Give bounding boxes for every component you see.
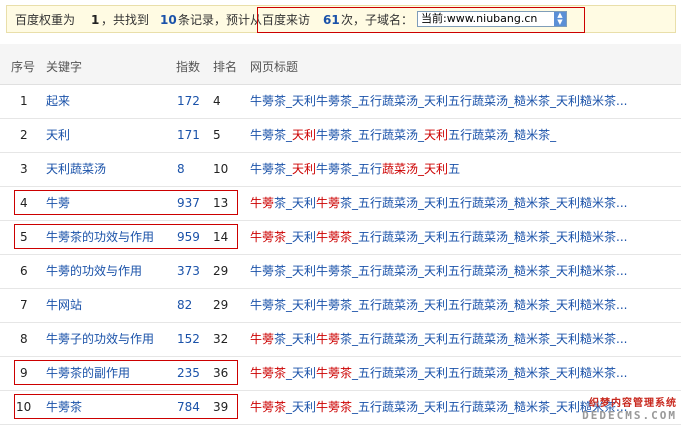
title-text: 牛蒡茶_五行蔬菜汤_ xyxy=(316,128,425,142)
index-link[interactable]: 152 xyxy=(177,332,200,346)
summary-prefix: 百度权重为 xyxy=(15,13,76,27)
table-row: 5 牛蒡茶的功效与作用 959 14 牛蒡茶_天利牛蒡茶_五行蔬菜汤_天利五行蔬菜汤_糙… xyxy=(0,220,681,255)
title-text: 牛蒡茶_天利牛蒡茶_五行蔬菜汤_天利五行蔬菜汤_糙米茶_天利糙米茶... xyxy=(250,94,628,108)
title-keyword-highlight: 天利 xyxy=(292,162,317,176)
keyword-link[interactable]: 牛蒡的功效与作用 xyxy=(46,264,142,278)
rank-value: 29 xyxy=(213,264,229,278)
rank-value: 29 xyxy=(213,298,229,312)
weight-value: 1 xyxy=(91,13,100,27)
watermark-line2: DEDECMS.COM xyxy=(582,409,677,422)
table-row: 9 牛蒡茶的副作用 235 36 牛蒡茶_天利牛蒡茶_五行蔬菜汤_天利五行蔬菜汤_糙米茶… xyxy=(0,356,681,391)
row-seq: 2 xyxy=(20,128,28,142)
page-title-link[interactable]: 牛蒡茶_天利牛蒡茶_五行蔬菜汤_天利五行蔬菜汤_糙米茶_天利糙米茶... xyxy=(250,366,668,380)
page-title-link[interactable]: 牛蒡茶_天利牛蒡茶_五行蔬菜汤_天利五行蔬菜汤_糙米茶_天利糙米茶... xyxy=(250,196,668,210)
row-highlight-box xyxy=(14,224,238,249)
title-keyword-highlight: 牛蒡 xyxy=(316,332,341,346)
keyword-link[interactable]: 天利蔬菜汤 xyxy=(46,162,106,176)
rank-value: 32 xyxy=(213,332,229,346)
title-text: _天利 xyxy=(286,366,317,380)
index-link[interactable]: 373 xyxy=(177,264,200,278)
title-text: 茶_五行蔬菜汤_天利五行蔬菜汤_糙米茶_天利糙米茶... xyxy=(340,332,628,346)
table-row: 3 天利蔬菜汤 8 10 牛蒡茶_天利牛蒡茶_五行蔬菜汤_天利五 xyxy=(0,152,681,187)
title-text: 茶_天利 xyxy=(274,196,317,210)
title-text: _天利 xyxy=(286,400,317,414)
title-text: 牛蒡茶_天利牛蒡茶_五行蔬菜汤_天利五行蔬菜汤_糙米茶_天利糙米茶... xyxy=(250,264,628,278)
row-seq: 6 xyxy=(20,264,28,278)
title-text: 牛蒡茶_天利牛蒡茶_五行蔬菜汤_天利五行蔬菜汤_糙米茶_天利糙米茶... xyxy=(250,298,628,312)
table-row: 4 牛蒡 937 13 牛蒡茶_天利牛蒡茶_五行蔬菜汤_天利五行蔬菜汤_糙米茶_天利糙米… xyxy=(0,186,681,221)
title-keyword-highlight: 牛蒡 xyxy=(250,332,275,346)
page-title-link[interactable]: 牛蒡茶_天利牛蒡茶_五行蔬菜汤_天利五行蔬菜汤_糙米茶_天利糙米茶... xyxy=(250,230,668,244)
index-link[interactable]: 172 xyxy=(177,94,200,108)
title-keyword-highlight: 牛蒡 xyxy=(316,196,341,210)
keyword-link[interactable]: 牛网站 xyxy=(46,298,82,312)
row-highlight-box xyxy=(14,360,238,385)
page-title-link[interactable]: 牛蒡茶_天利牛蒡茶_五行蔬菜汤_天利五行蔬菜汤_糙米茶_天利糙米茶... xyxy=(250,264,668,278)
row-highlight-box xyxy=(14,394,238,419)
title-text: 五行蔬菜汤_糙米茶_ xyxy=(448,128,557,142)
title-keyword-highlight: 牛蒡茶 xyxy=(316,366,353,380)
header-index: 指数 xyxy=(176,60,201,74)
table-row: 6 牛蒡的功效与作用 373 29 牛蒡茶_天利牛蒡茶_五行蔬菜汤_天利五行蔬菜汤_糙米… xyxy=(0,254,681,289)
title-keyword-highlight: 牛蒡茶 xyxy=(316,230,353,244)
summary-bar: 百度权重为 1 ，共找到 10 条记录，预计从百度来访 61 次，子域名： 当前… xyxy=(6,5,676,33)
page-title-link[interactable]: 牛蒡茶_天利牛蒡茶_五行蔬菜汤_天利五行蔬菜汤_糙米茶_ xyxy=(250,128,668,142)
title-keyword-highlight: 牛蒡 xyxy=(250,196,275,210)
row-seq: 3 xyxy=(20,162,28,176)
rank-value: 5 xyxy=(213,128,221,142)
title-keyword-highlight: 天利 xyxy=(424,128,449,142)
index-link[interactable]: 82 xyxy=(177,298,192,312)
index-link[interactable]: 8 xyxy=(177,162,185,176)
rank-value: 10 xyxy=(213,162,229,176)
header-keyword: 关键字 xyxy=(46,60,83,74)
header-title: 网页标题 xyxy=(250,60,299,74)
page-title-link[interactable]: 牛蒡茶_天利牛蒡茶_五行蔬菜汤_天利五行蔬菜汤_糙米茶_天利糙米茶... xyxy=(250,298,668,312)
title-keyword-highlight: 牛蒡茶 xyxy=(250,366,287,380)
title-text: 五 xyxy=(448,162,461,176)
title-text: 茶_五行蔬菜汤_天利五行蔬菜汤_糙米茶_天利糙米茶... xyxy=(340,196,628,210)
subdomain-highlight-box xyxy=(257,7,585,33)
table-row: 10 牛蒡茶 784 39 牛蒡茶_天利牛蒡茶_五行蔬菜汤_天利五行蔬菜汤_糙米茶_天利… xyxy=(0,390,681,425)
row-highlight-box xyxy=(14,190,238,215)
keyword-link[interactable]: 起来 xyxy=(46,94,70,108)
title-text: 牛蒡茶_ xyxy=(250,162,293,176)
row-seq: 7 xyxy=(20,298,28,312)
header-seq: 序号 xyxy=(11,60,36,74)
title-text: _天利 xyxy=(286,230,317,244)
summary-mid1: ，共找到 xyxy=(101,13,150,27)
record-count: 10 xyxy=(160,13,177,27)
watermark: 织梦内容管理系统 DEDECMS.COM xyxy=(582,398,677,422)
title-text: _五行蔬菜汤_天利五行蔬菜汤_糙米茶_天利糙米茶... xyxy=(352,366,628,380)
table-row: 2 天利 171 5 牛蒡茶_天利牛蒡茶_五行蔬菜汤_天利五行蔬菜汤_糙米茶_ xyxy=(0,118,681,153)
title-keyword-highlight: 蔬菜汤_天利 xyxy=(382,162,449,176)
row-seq: 1 xyxy=(20,94,28,108)
title-keyword-highlight: 牛蒡茶 xyxy=(250,230,287,244)
page-title-link[interactable]: 牛蒡茶_天利牛蒡茶_五行蔬菜汤_天利五 xyxy=(250,162,668,176)
title-text: 牛蒡茶_五行 xyxy=(316,162,383,176)
index-link[interactable]: 171 xyxy=(177,128,200,142)
row-seq: 8 xyxy=(20,332,28,346)
title-keyword-highlight: 牛蒡茶 xyxy=(316,400,353,414)
table-row: 7 牛网站 82 29 牛蒡茶_天利牛蒡茶_五行蔬菜汤_天利五行蔬菜汤_糙米茶_天利糙米… xyxy=(0,288,681,323)
page-title-link[interactable]: 牛蒡茶_天利牛蒡茶_五行蔬菜汤_天利五行蔬菜汤_糙米茶_天利糙米茶... xyxy=(250,332,668,346)
header-rank: 排名 xyxy=(213,60,238,74)
rank-value: 4 xyxy=(213,94,221,108)
title-text: 牛蒡茶_ xyxy=(250,128,293,142)
keyword-link[interactable]: 牛蒡子的功效与作用 xyxy=(46,332,154,346)
title-keyword-highlight: 天利 xyxy=(292,128,317,142)
page-title-link[interactable]: 牛蒡茶_天利牛蒡茶_五行蔬菜汤_天利五行蔬菜汤_糙米茶_天利糙米茶... xyxy=(250,94,668,108)
table-row: 8 牛蒡子的功效与作用 152 32 牛蒡茶_天利牛蒡茶_五行蔬菜汤_天利五行蔬菜汤_糙… xyxy=(0,322,681,357)
title-text: 茶_天利 xyxy=(274,332,317,346)
title-keyword-highlight: 牛蒡茶 xyxy=(250,400,287,414)
table-row: 1 起来 172 4 牛蒡茶_天利牛蒡茶_五行蔬菜汤_天利五行蔬菜汤_糙米茶_天利糙米茶… xyxy=(0,84,681,119)
table-header: 序号 关键字 指数 排名 网页标题 xyxy=(0,44,681,85)
keyword-link[interactable]: 天利 xyxy=(46,128,70,142)
title-text: _五行蔬菜汤_天利五行蔬菜汤_糙米茶_天利糙米茶... xyxy=(352,230,628,244)
